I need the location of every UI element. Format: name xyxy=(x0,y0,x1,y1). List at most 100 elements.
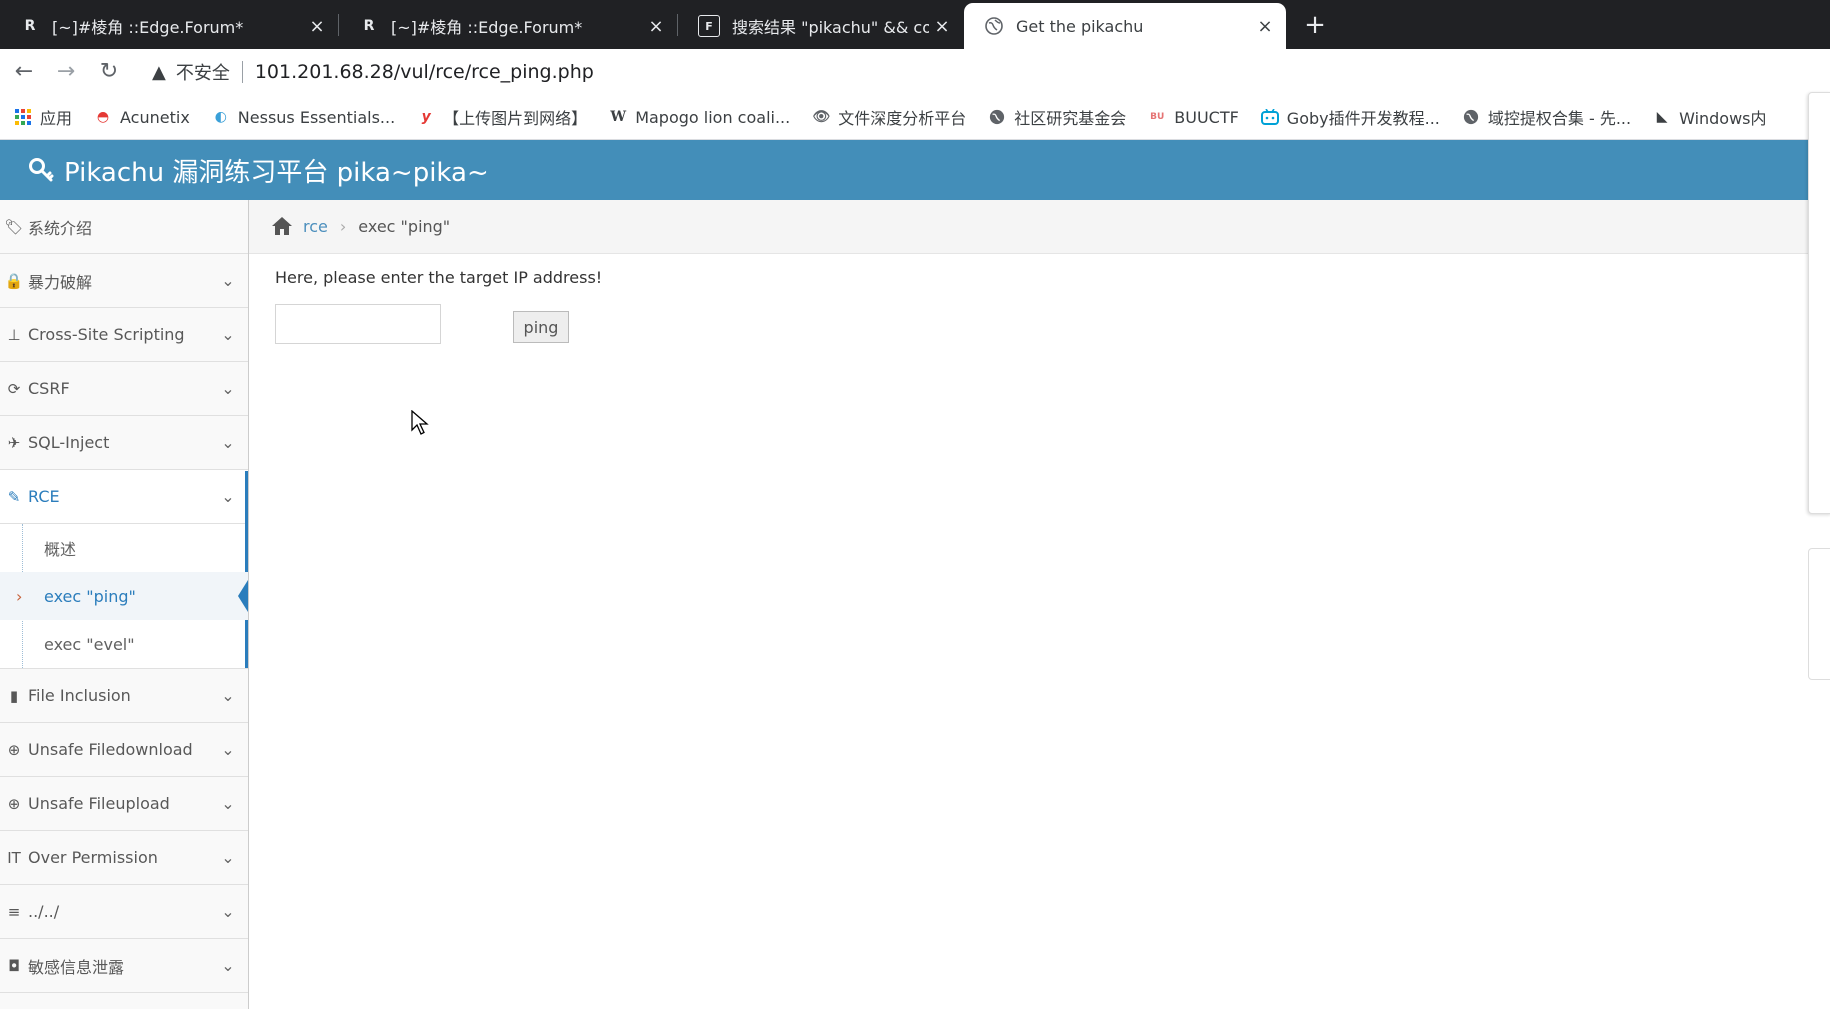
sidebar-item-label: 敏感信息泄露 xyxy=(28,957,125,977)
bookmark-label: 文件深度分析平台 xyxy=(838,109,967,128)
submenu-item-label: exec "ping" xyxy=(44,586,136,606)
tab-title: [~]#棱角 ::Edge.Forum* xyxy=(391,18,583,37)
sidebar-item-intro[interactable]: 🏷 系统介绍 xyxy=(0,200,248,254)
bookmark-label: Mapogo lion coali... xyxy=(635,107,791,127)
sidebar-item-directory-traversal[interactable]: ≡ ../../ ⌄ xyxy=(0,885,248,939)
file-icon: ▮ xyxy=(9,686,19,705)
sidebar-item-label: Unsafe Filedownload xyxy=(28,740,193,759)
nessus-icon: ◐ xyxy=(214,109,227,125)
sidebar-item-brute-force[interactable]: 🔒 暴力破解 ⌄ xyxy=(0,254,248,308)
lock-icon: 🔒 xyxy=(4,271,24,290)
globe-icon xyxy=(1462,108,1480,126)
bookmark-item[interactable]: ◓ Acunetix xyxy=(94,108,190,127)
bookmark-item[interactable]: 应用 xyxy=(14,105,72,129)
chevron-down-icon: ⌄ xyxy=(221,487,235,506)
omnibox-divider xyxy=(241,61,243,83)
browser-tab[interactable]: R [~]#棱角 ::Edge.Forum* × xyxy=(339,3,677,49)
side-floating-panel[interactable] xyxy=(1808,548,1830,680)
bookmark-item[interactable]: y 【上传图片到网络】 xyxy=(417,105,588,129)
bookmark-item[interactable]: W Mapogo lion coali... xyxy=(609,108,790,127)
bilibili-icon xyxy=(1260,108,1279,126)
chevron-down-icon: ⌄ xyxy=(221,271,235,290)
windows-icon: ◣ xyxy=(1656,109,1668,125)
forum-icon: F xyxy=(698,15,720,37)
tab-title: [~]#棱角 ::Edge.Forum* xyxy=(52,18,244,37)
mouse-cursor-icon xyxy=(411,409,431,436)
close-icon[interactable]: × xyxy=(1252,16,1278,37)
browser-tab-active[interactable]: Get the pikachu × xyxy=(964,3,1286,49)
bookmark-label: 域控提权合集 - 先... xyxy=(1487,109,1632,128)
tab-title: 搜索结果 "pikachu" && countr xyxy=(732,18,929,37)
sidebar-item-xss[interactable]: ⊥ Cross-Site Scripting ⌄ xyxy=(0,308,248,362)
bookmark-label: BUUCTF xyxy=(1174,107,1239,127)
bookmark-label: Nessus Essentials... xyxy=(237,107,396,127)
share-icon: ⟳ xyxy=(7,379,21,398)
sidebar-item-rce[interactable]: ✎ RCE ⌄ xyxy=(0,470,248,524)
sidebar-item-label: File Inclusion xyxy=(28,686,131,705)
browser-toolbar: ← → ↻ ▲ 不安全 101.201.68.28/vul/rce/rce_pi… xyxy=(0,49,1830,95)
bookmark-item[interactable]: 域控提权合集 - 先... xyxy=(1462,105,1631,129)
close-icon[interactable]: × xyxy=(929,16,955,37)
bookmark-item[interactable]: ◐ Nessus Essentials... xyxy=(212,108,395,127)
acunetix-icon: ◓ xyxy=(96,109,110,125)
address-bar[interactable]: ▲ 不安全 101.201.68.28/vul/rce/rce_ping.php xyxy=(140,52,1830,92)
sidebar-item-csrf[interactable]: ⟳ CSRF ⌄ xyxy=(0,362,248,416)
back-button[interactable]: ← xyxy=(9,57,39,87)
bookmark-label: Goby插件开发教程... xyxy=(1286,109,1440,128)
ip-address-input[interactable] xyxy=(275,304,441,344)
sidebar-item-label: RCE xyxy=(28,487,60,506)
breadcrumb: rce › exec "ping" xyxy=(249,200,1810,254)
close-icon[interactable]: × xyxy=(304,16,330,37)
app-title[interactable]: Pikachu 漏洞练习平台 pika~pika~ xyxy=(64,152,489,189)
warning-icon: ▲ xyxy=(152,61,166,83)
sidebar-item-label: SQL-Inject xyxy=(28,433,110,452)
text-height-icon: IT xyxy=(7,848,21,867)
reload-button[interactable]: ↻ xyxy=(94,57,124,87)
bookmark-item[interactable]: BU BUUCTF xyxy=(1148,108,1239,127)
ping-button[interactable]: ping xyxy=(513,311,569,343)
sidebar-item-unsafe-filedownload[interactable]: ⊕ Unsafe Filedownload ⌄ xyxy=(0,723,248,777)
y-icon: y xyxy=(421,109,431,125)
bookmarks-bar: 应用 ◓ Acunetix ◐ Nessus Essentials... y 【… xyxy=(0,95,1830,140)
new-tab-button[interactable]: + xyxy=(1300,10,1330,40)
rce-submenu: 概述 exec "ping" exec "evel" xyxy=(0,471,248,669)
browser-tab[interactable]: F 搜索结果 "pikachu" && countr × xyxy=(678,3,963,49)
submenu-item-exec-ping[interactable]: exec "ping" xyxy=(0,572,248,620)
sidebar-item-over-permission[interactable]: IT Over Permission ⌄ xyxy=(0,831,248,885)
sidebar-item-label: Unsafe Fileupload xyxy=(28,794,170,813)
home-icon[interactable] xyxy=(271,216,293,238)
bookmark-label: Windows内 xyxy=(1679,109,1767,128)
sidebar-item-file-inclusion[interactable]: ▮ File Inclusion ⌄ xyxy=(0,669,248,723)
url-text[interactable]: 101.201.68.28/vul/rce/rce_ping.php xyxy=(255,61,594,83)
sidebar-item-next[interactable] xyxy=(0,993,248,1009)
wikipedia-icon: W xyxy=(610,109,627,125)
sidebar-item-label: 系统介绍 xyxy=(28,218,93,238)
r-icon: R xyxy=(363,18,375,34)
sidebar: 🏷 系统介绍 🔒 暴力破解 ⌄ ⊥ Cross-Site Scripting ⌄… xyxy=(0,200,249,1009)
apps-grid-icon xyxy=(14,108,32,126)
bookmark-item[interactable]: 社区研究基金会 xyxy=(988,105,1126,129)
sidebar-item-sql-inject[interactable]: ✈ SQL-Inject ⌄ xyxy=(0,416,248,470)
chevron-down-icon: ⌄ xyxy=(221,686,235,705)
sidebar-item-unsafe-fileupload[interactable]: ⊕ Unsafe Fileupload ⌄ xyxy=(0,777,248,831)
buuctf-icon: BU xyxy=(1150,112,1165,122)
bookmark-item[interactable]: 👁 文件深度分析平台 xyxy=(812,105,966,129)
bookmark-item[interactable]: Goby插件开发教程... xyxy=(1260,105,1440,129)
breadcrumb-link-rce[interactable]: rce xyxy=(303,217,328,236)
chevron-down-icon: ⌄ xyxy=(221,379,235,398)
close-icon[interactable]: × xyxy=(643,16,669,37)
browser-tab[interactable]: R [~]#棱角 ::Edge.Forum* × xyxy=(0,3,338,49)
insecure-label: 不安全 xyxy=(175,63,230,84)
sidebar-item-info-leak[interactable]: ◘ 敏感信息泄露 ⌄ xyxy=(0,939,248,993)
forward-button[interactable]: → xyxy=(51,57,81,87)
chevron-down-icon: ⌄ xyxy=(221,433,235,452)
bookmark-label: 应用 xyxy=(40,109,73,128)
side-floating-panel[interactable] xyxy=(1808,92,1830,514)
submenu-item-exec-evel[interactable]: exec "evel" xyxy=(0,620,248,668)
app-header: Pikachu 漏洞练习平台 pika~pika~ xyxy=(0,140,1810,200)
bookmark-label: Acunetix xyxy=(120,107,190,127)
chevron-down-icon: ⌄ xyxy=(221,902,235,921)
bookmark-item[interactable]: ◣ Windows内 xyxy=(1653,105,1767,129)
plane-icon: ✈ xyxy=(7,433,21,452)
submenu-item-overview[interactable]: 概述 xyxy=(0,524,248,572)
